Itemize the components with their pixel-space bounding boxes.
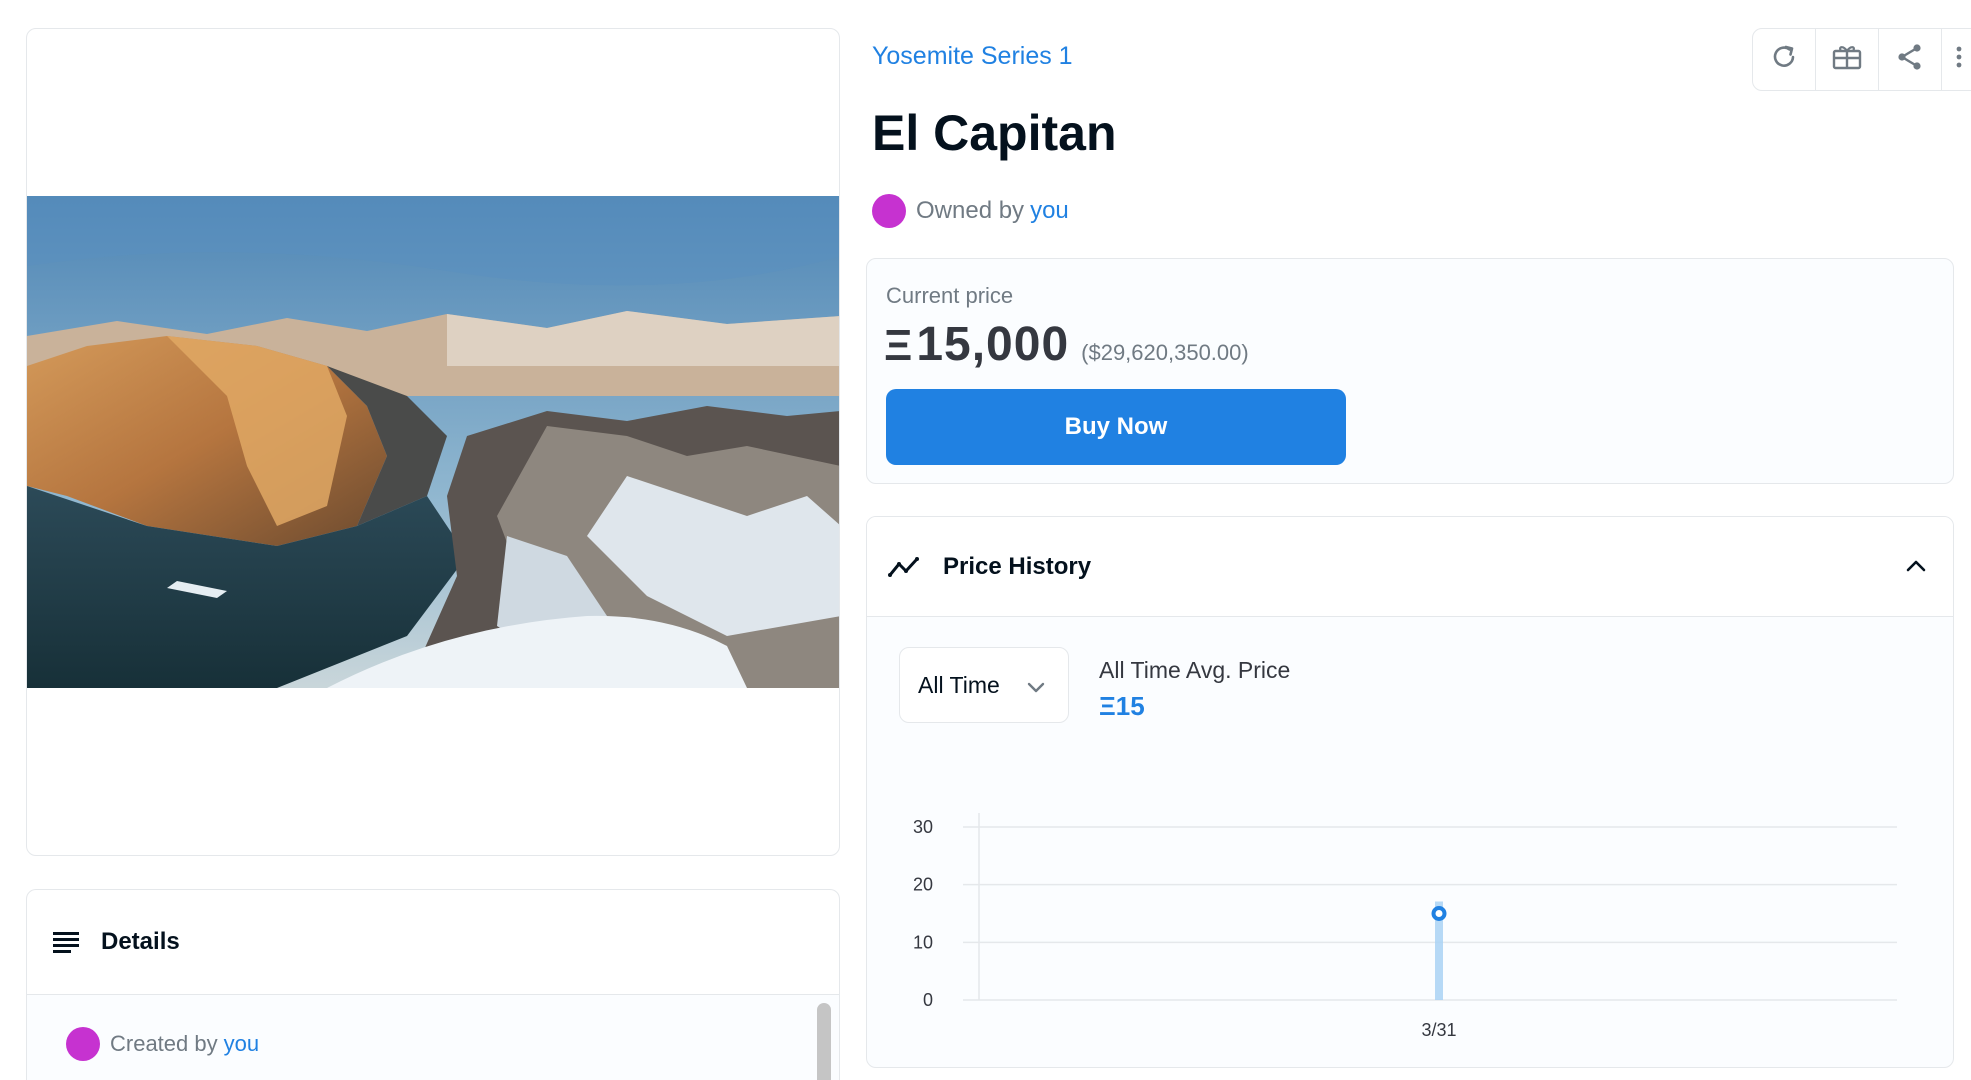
chevron-down-icon bbox=[1026, 674, 1046, 701]
price-history-title: Price History bbox=[943, 552, 1092, 580]
details-title: Details bbox=[101, 928, 180, 955]
x-tick-label: 3/31 bbox=[1421, 1020, 1456, 1040]
share-icon bbox=[1895, 42, 1925, 77]
creator-row: Created by you bbox=[66, 1027, 259, 1061]
avg-price-value: Ξ15 bbox=[1099, 691, 1145, 721]
current-price-label: Current price bbox=[886, 283, 1014, 308]
chevron-up-icon[interactable] bbox=[1901, 551, 1931, 581]
data-point bbox=[1431, 906, 1447, 921]
price-usd: ($29,620,350.00) bbox=[1081, 340, 1249, 365]
refresh-button[interactable] bbox=[1753, 29, 1816, 90]
gift-button[interactable] bbox=[1816, 29, 1879, 90]
refresh-icon bbox=[1769, 42, 1799, 77]
details-body: Created by you bbox=[27, 995, 839, 1080]
owner-link[interactable]: you bbox=[1030, 197, 1069, 225]
buy-now-button[interactable]: Buy Now bbox=[886, 389, 1346, 465]
y-tick-label: 0 bbox=[923, 990, 933, 1010]
details-panel: Details Created by you bbox=[26, 889, 840, 1080]
creator-link[interactable]: you bbox=[224, 1031, 259, 1057]
details-header[interactable]: Details bbox=[27, 890, 839, 995]
time-range-select[interactable]: All Time bbox=[899, 647, 1069, 723]
price-history-chart: 0 10 20 30 3/31 bbox=[867, 787, 1953, 1047]
owner-prefix: Owned by bbox=[916, 197, 1025, 224]
y-tick-label: 20 bbox=[913, 875, 933, 895]
creator-prefix: Created by bbox=[110, 1031, 218, 1056]
owner-avatar[interactable] bbox=[872, 194, 906, 228]
asset-image[interactable] bbox=[27, 196, 840, 688]
price-value: 15,000 bbox=[916, 318, 1070, 371]
collection-link[interactable]: Yosemite Series 1 bbox=[872, 42, 1073, 71]
avg-price-label: All Time Avg. Price bbox=[1099, 657, 1291, 683]
price-chart-svg: 0 10 20 30 3/31 bbox=[913, 813, 1897, 1040]
creator-avatar[interactable] bbox=[66, 1027, 100, 1061]
trending-icon bbox=[887, 552, 923, 582]
text-lines-icon bbox=[51, 927, 81, 957]
y-tick-label: 30 bbox=[913, 817, 933, 837]
price-history-panel: Price History All Time All Time Avg. Pri… bbox=[866, 516, 1954, 1068]
price-history-header[interactable]: Price History bbox=[867, 517, 1953, 617]
eth-currency-icon: Ξ bbox=[884, 321, 913, 370]
price-card: Current price Ξ 15,000 ($29,620,350.00) … bbox=[866, 258, 1954, 484]
more-button[interactable] bbox=[1942, 29, 1971, 90]
gift-icon bbox=[1831, 42, 1863, 77]
time-range-value: All Time bbox=[918, 671, 1000, 698]
asset-media-card bbox=[26, 28, 840, 856]
y-tick-label: 10 bbox=[913, 932, 933, 952]
share-button[interactable] bbox=[1879, 29, 1942, 90]
details-scrollbar[interactable] bbox=[817, 1003, 831, 1080]
more-icon bbox=[1956, 42, 1962, 77]
asset-title: El Capitan bbox=[872, 105, 1117, 161]
price-row: Ξ 15,000 ($29,620,350.00) bbox=[884, 317, 1249, 372]
asset-toolbar bbox=[1752, 28, 1971, 91]
owner-row: Owned by you bbox=[872, 194, 1069, 228]
